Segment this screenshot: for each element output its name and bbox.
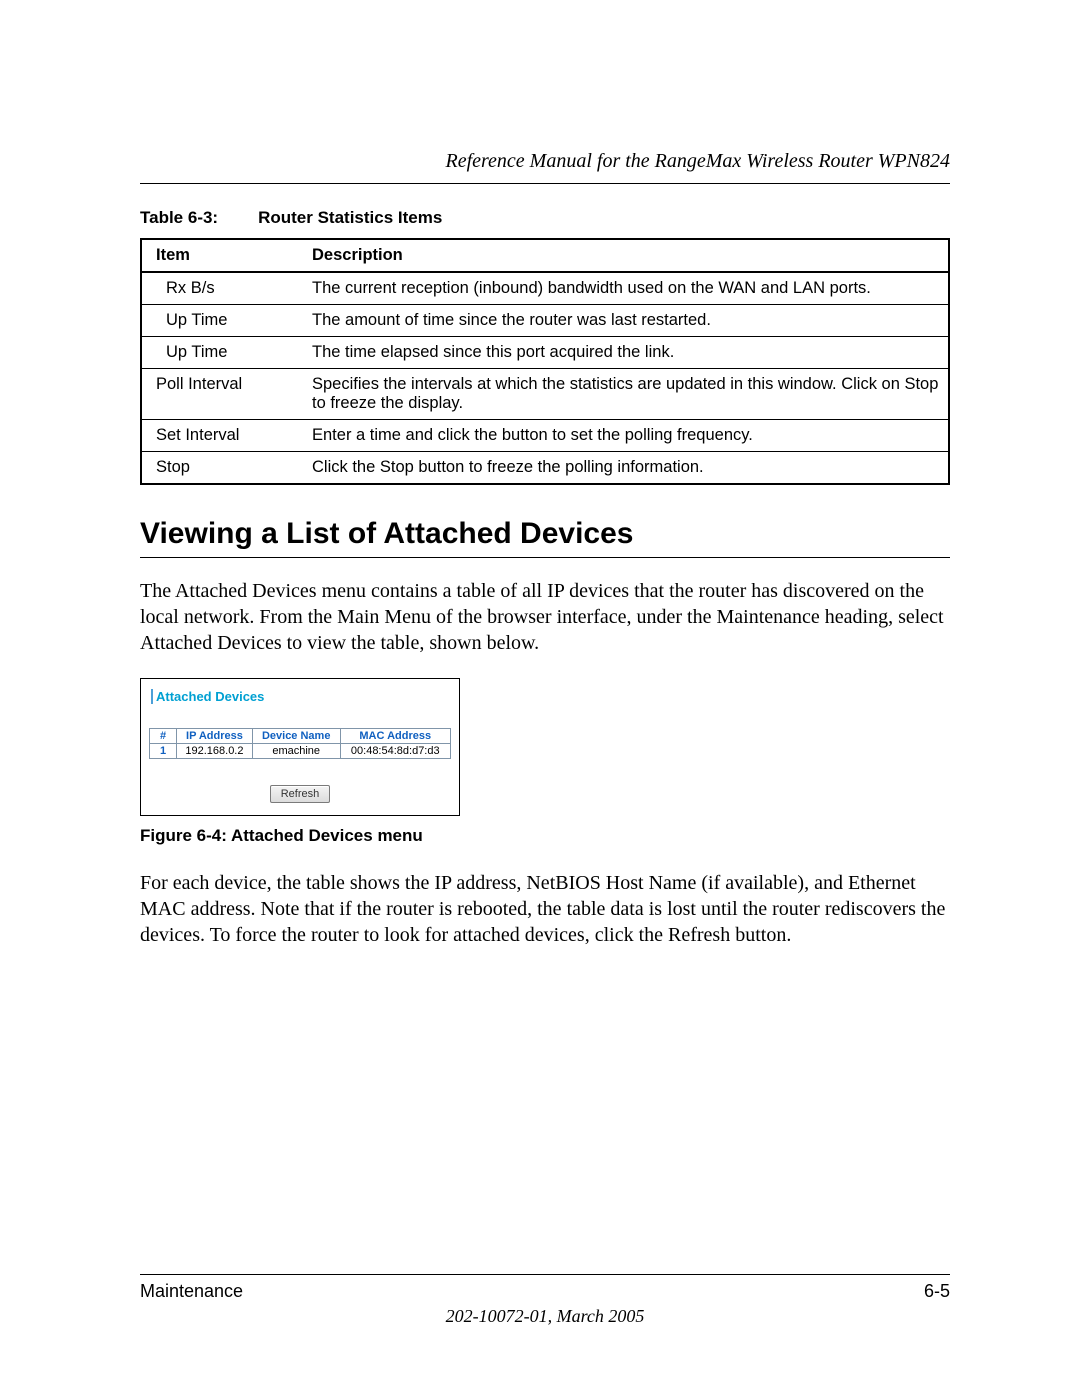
dev-th-mac: MAC Address (340, 729, 450, 744)
stats-cell-item: Stop (141, 452, 304, 485)
dev-th-ip: IP Address (177, 729, 253, 744)
stats-table: Item Description Rx B/sThe current recep… (140, 238, 950, 485)
dev-th-num: # (150, 729, 177, 744)
document-title: Reference Manual for the RangeMax Wirele… (140, 150, 950, 173)
section-rule (140, 557, 950, 558)
section-para-1: The Attached Devices menu contains a tab… (140, 578, 950, 656)
attached-devices-table: # IP Address Device Name MAC Address 119… (149, 728, 451, 759)
stats-cell-item: Up Time (141, 337, 304, 369)
page-footer: Maintenance 6-5 202-10072-01, March 2005 (140, 1274, 950, 1327)
refresh-button[interactable]: Refresh (270, 785, 331, 803)
stats-th-desc: Description (304, 239, 949, 272)
attached-devices-figure: Attached Devices # IP Address Device Nam… (140, 678, 460, 816)
dev-cell-ip: 192.168.0.2 (177, 744, 253, 759)
table-row: StopClick the Stop button to freeze the … (141, 452, 949, 485)
table-caption-title: Router Statistics Items (258, 208, 442, 227)
attached-devices-title: Attached Devices (151, 689, 449, 704)
stats-cell-item: Poll Interval (141, 369, 304, 420)
figure-caption: Figure 6-4: Attached Devices menu (140, 826, 950, 846)
table-row: Rx B/sThe current reception (inbound) ba… (141, 272, 949, 305)
table-caption-prefix: Table 6-3: (140, 208, 218, 227)
table-row: Poll IntervalSpecifies the intervals at … (141, 369, 949, 420)
dev-cell-name: emachine (252, 744, 340, 759)
dev-cell-num: 1 (150, 744, 177, 759)
table-row: Up TimeThe amount of time since the rout… (141, 305, 949, 337)
table-row: Set IntervalEnter a time and click the b… (141, 420, 949, 452)
footer-docinfo: 202-10072-01, March 2005 (140, 1306, 950, 1327)
table-caption: Table 6-3: Router Statistics Items (140, 208, 950, 228)
stats-th-item: Item (141, 239, 304, 272)
stats-cell-desc: Click the Stop button to freeze the poll… (304, 452, 949, 485)
dev-cell-mac: 00:48:54:8d:d7:d3 (340, 744, 450, 759)
stats-cell-desc: The current reception (inbound) bandwidt… (304, 272, 949, 305)
dev-th-name: Device Name (252, 729, 340, 744)
section-para-2: For each device, the table shows the IP … (140, 870, 950, 948)
table-row: 1192.168.0.2emachine00:48:54:8d:d7:d3 (150, 744, 451, 759)
stats-cell-item: Up Time (141, 305, 304, 337)
stats-cell-desc: Enter a time and click the button to set… (304, 420, 949, 452)
header-rule (140, 183, 950, 184)
section-heading: Viewing a List of Attached Devices (140, 517, 950, 551)
stats-cell-desc: Specifies the intervals at which the sta… (304, 369, 949, 420)
stats-cell-item: Rx B/s (141, 272, 304, 305)
table-row: Up TimeThe time elapsed since this port … (141, 337, 949, 369)
stats-cell-item: Set Interval (141, 420, 304, 452)
footer-section: Maintenance (140, 1281, 243, 1302)
stats-cell-desc: The amount of time since the router was … (304, 305, 949, 337)
stats-cell-desc: The time elapsed since this port acquire… (304, 337, 949, 369)
footer-page: 6-5 (924, 1281, 950, 1302)
